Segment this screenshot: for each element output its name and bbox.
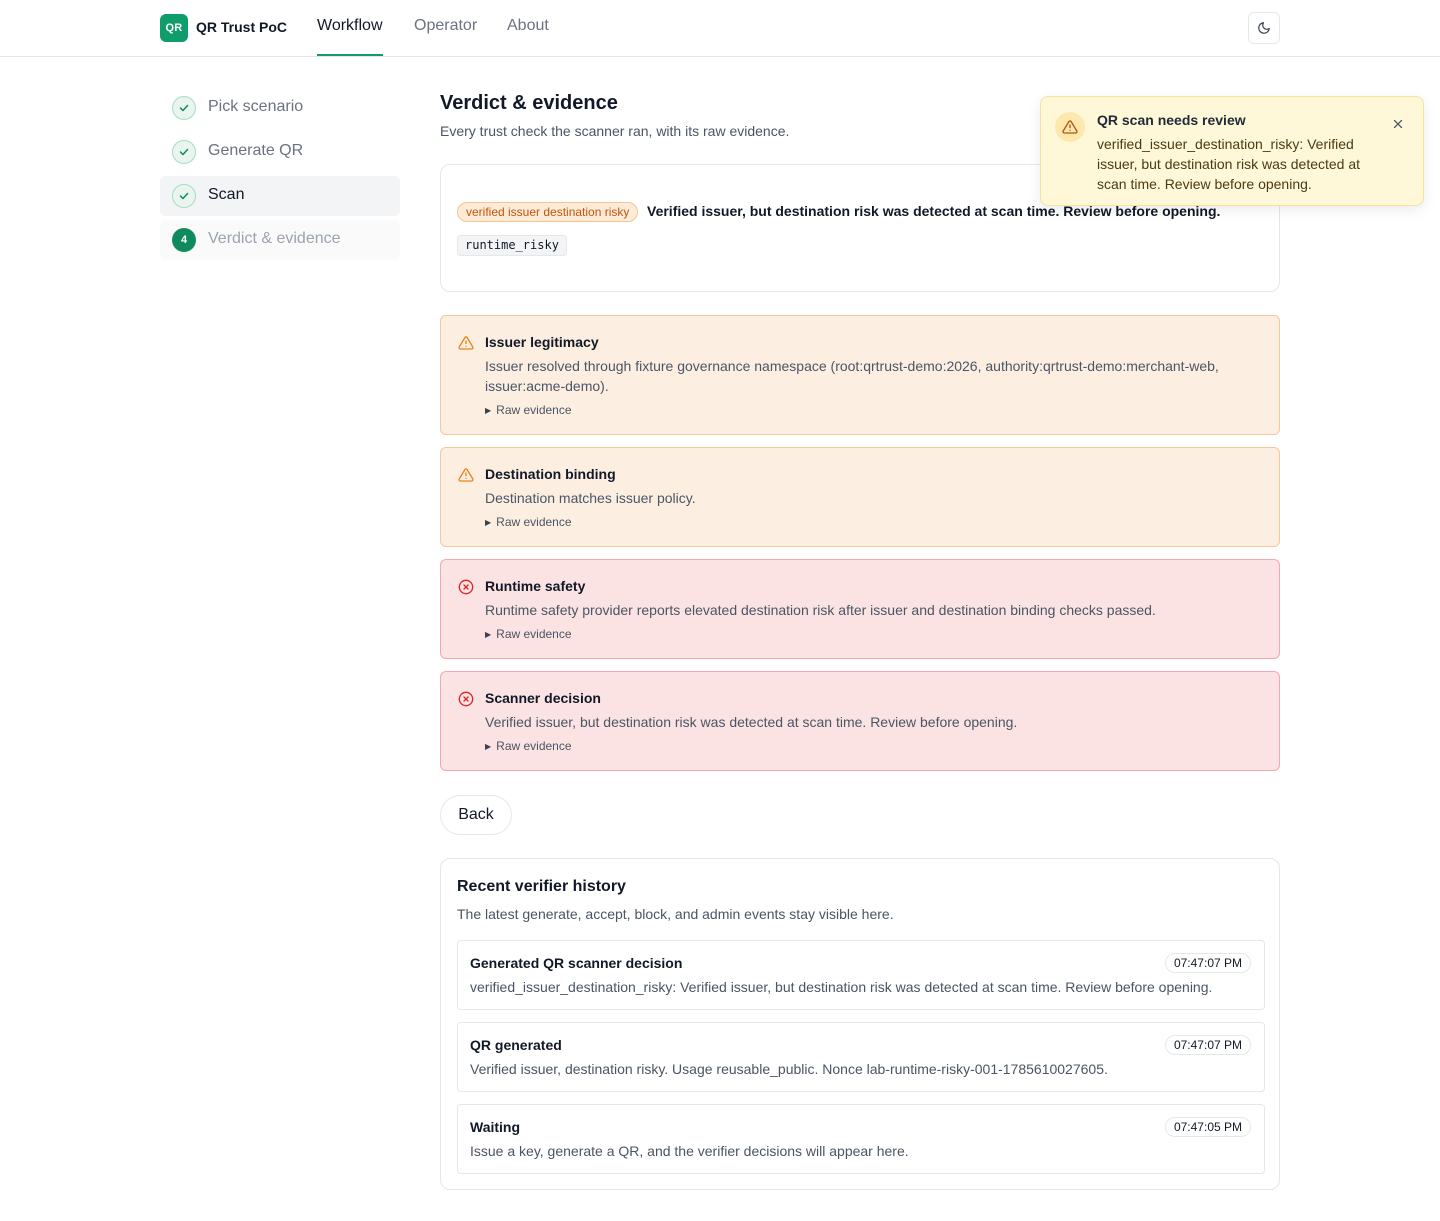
review-toast: QR scan needs review verified_issuer_des…	[1040, 96, 1424, 206]
verifier-history-card: Recent verifier history The latest gener…	[440, 858, 1280, 1190]
history-title: Recent verifier history	[457, 878, 626, 895]
history-item-text: Issue a key, generate a QR, and the veri…	[470, 1143, 909, 1159]
history-item-text: Verified issuer, destination risky. Usag…	[470, 1061, 1108, 1077]
history-item-title: Generated QR scanner decision	[470, 955, 683, 971]
history-item: Generated QR scanner decision 07:47:07 P…	[457, 940, 1265, 1010]
page-title: Verdict & evidence	[440, 92, 618, 114]
history-item-time: 07:47:07 PM	[1164, 953, 1251, 973]
toast-title: QR scan needs review	[1097, 112, 1246, 128]
step-label: Scan	[208, 186, 245, 203]
step-number: 4	[172, 228, 196, 252]
step-pick-scenario[interactable]: Pick scenario	[160, 88, 400, 128]
step-scan[interactable]: Scan	[160, 176, 400, 216]
check-description: Destination matches issuer policy.	[485, 490, 696, 506]
check-card-runtime-safety: Runtime safety Runtime safety provider r…	[440, 559, 1280, 659]
page-subtitle: Every trust check the scanner ran, with …	[440, 123, 790, 139]
check-icon	[172, 96, 196, 120]
raw-evidence-label: Raw evidence	[496, 403, 572, 417]
verdict-code-chip: runtime_risky	[457, 235, 567, 256]
warning-triangle-icon	[458, 468, 474, 482]
step-label: Generate QR	[208, 142, 304, 159]
raw-evidence-toggle[interactable]: ▶ Raw evidence	[485, 515, 572, 529]
raw-evidence-label: Raw evidence	[496, 627, 572, 641]
raw-evidence-label: Raw evidence	[496, 739, 572, 753]
check-card-destination-binding: Destination binding Destination matches …	[440, 447, 1280, 547]
check-title: Scanner decision	[485, 690, 601, 706]
raw-evidence-toggle[interactable]: ▶ Raw evidence	[485, 403, 572, 417]
tab-workflow[interactable]: Workflow	[317, 17, 383, 56]
history-item-title: Waiting	[470, 1119, 521, 1135]
check-description: Runtime safety provider reports elevated…	[485, 602, 1156, 618]
app-logo: QR	[160, 14, 188, 42]
check-card-scanner-decision: Scanner decision Verified issuer, but de…	[440, 671, 1280, 771]
history-item: Waiting 07:47:05 PM Issue a key, generat…	[457, 1104, 1265, 1174]
warning-triangle-icon	[1055, 112, 1085, 142]
check-description: Issuer resolved through fixture governan…	[485, 358, 1219, 394]
check-card-issuer-legitimacy: Issuer legitimacy Issuer resolved throug…	[440, 315, 1280, 435]
caret-right-icon: ▶	[485, 405, 492, 415]
history-item-time: 07:47:05 PM	[1164, 1117, 1251, 1137]
step-verdict-evidence[interactable]: 4 Verdict & evidence	[160, 220, 400, 260]
back-button[interactable]: Back	[440, 795, 512, 835]
tab-operator[interactable]: Operator	[414, 17, 477, 56]
toast-message: verified_issuer_destination_risky: Verif…	[1097, 136, 1361, 192]
check-icon	[172, 140, 196, 164]
raw-evidence-label: Raw evidence	[496, 515, 572, 529]
x-circle-icon	[458, 691, 474, 707]
caret-right-icon: ▶	[485, 741, 492, 751]
history-item: QR generated 07:47:07 PM Verified issuer…	[457, 1022, 1265, 1092]
step-label: Verdict & evidence	[208, 230, 341, 247]
check-title: Issuer legitimacy	[485, 334, 599, 350]
tab-about[interactable]: About	[507, 17, 549, 56]
history-item-time: 07:47:07 PM	[1164, 1035, 1251, 1055]
step-generate-qr[interactable]: Generate QR	[160, 132, 400, 172]
history-item-text: verified_issuer_destination_risky: Verif…	[470, 979, 1213, 995]
history-item-title: QR generated	[470, 1037, 562, 1053]
close-icon[interactable]	[1389, 115, 1407, 133]
caret-right-icon: ▶	[485, 517, 492, 527]
step-label: Pick scenario	[208, 98, 304, 115]
check-description: Verified issuer, but destination risk wa…	[485, 714, 1018, 730]
check-title: Destination binding	[485, 466, 616, 482]
warning-triangle-icon	[458, 336, 474, 350]
moon-icon	[1258, 22, 1270, 34]
check-icon	[172, 184, 196, 208]
caret-right-icon: ▶	[485, 629, 492, 639]
verdict-badge: verified issuer destination risky	[457, 202, 639, 222]
top-header: QR QR Trust PoC Workflow Operator About	[0, 0, 1440, 57]
x-circle-icon	[458, 579, 474, 595]
app-title: QR Trust PoC	[196, 19, 288, 35]
theme-toggle-button[interactable]	[1248, 12, 1280, 44]
raw-evidence-toggle[interactable]: ▶ Raw evidence	[485, 739, 572, 753]
history-subtitle: The latest generate, accept, block, and …	[457, 906, 894, 922]
raw-evidence-toggle[interactable]: ▶ Raw evidence	[485, 627, 572, 641]
check-title: Runtime safety	[485, 578, 586, 594]
